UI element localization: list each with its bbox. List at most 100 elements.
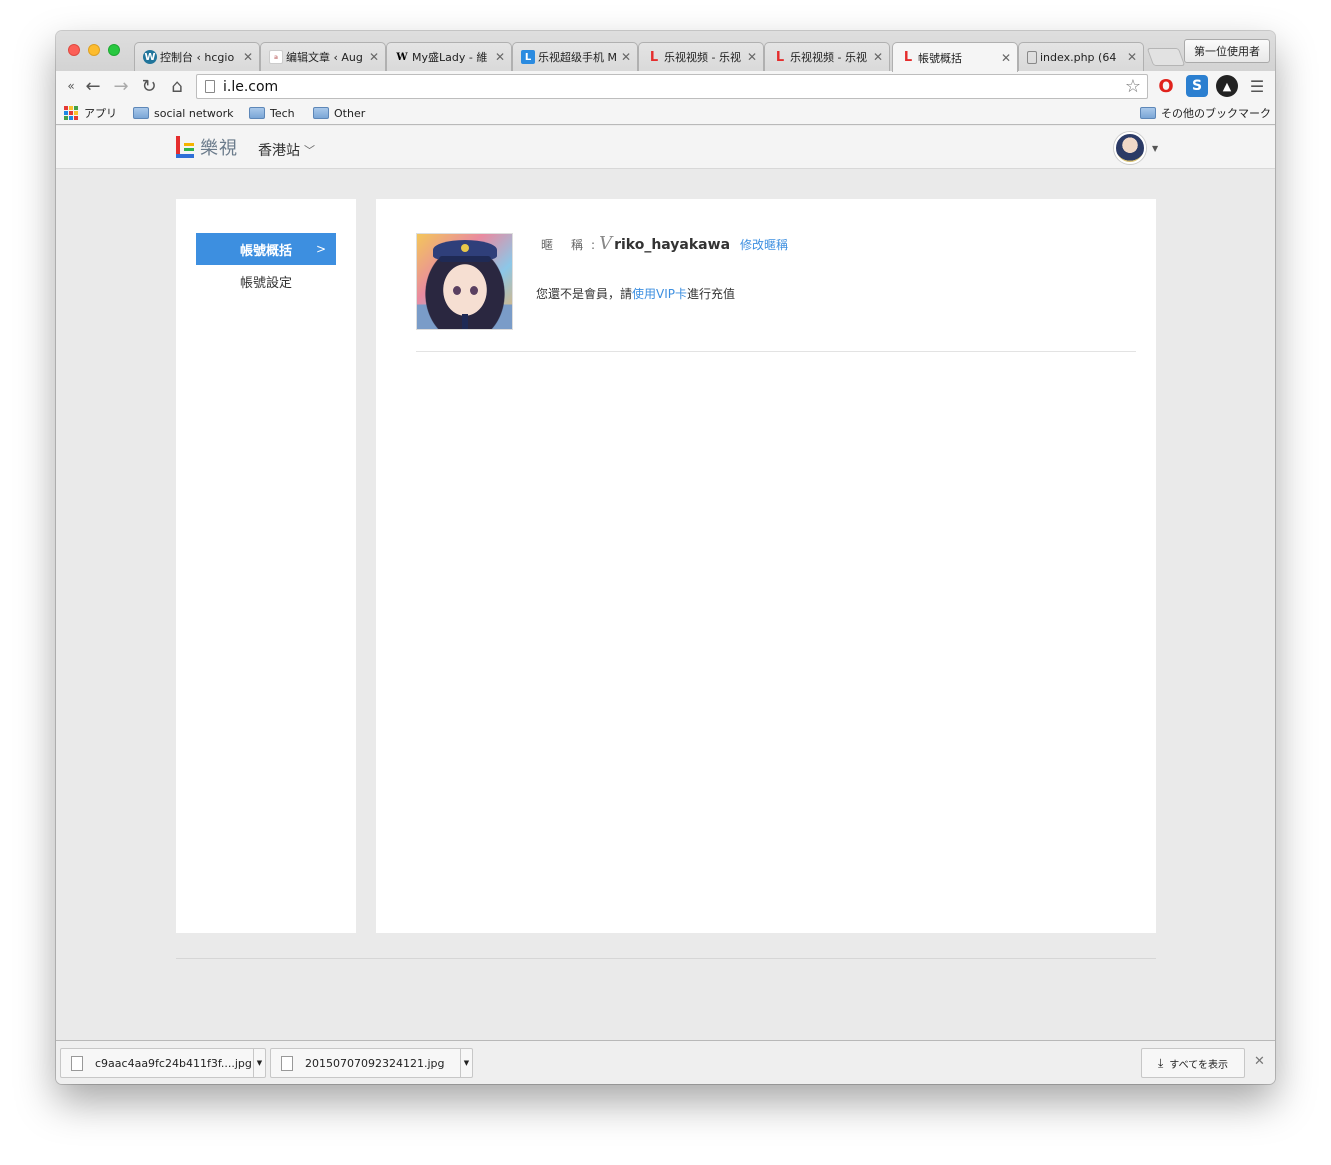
download-item[interactable]: c9aac4aa9fc24b411f3f....jpg ▼ (60, 1048, 266, 1078)
browser-toolbar: « ← → ↻ ⌂ i.le.com ☆ O S ▲ ☰ (56, 71, 1275, 101)
close-icon[interactable]: ✕ (747, 50, 757, 64)
folder-icon (133, 107, 149, 119)
folder-icon (313, 107, 329, 119)
download-filename: 20150707092324121.jpg (305, 1056, 445, 1070)
close-icon[interactable]: ✕ (369, 50, 379, 64)
user-avatar[interactable] (1114, 132, 1146, 164)
url-text: i.le.com (223, 78, 279, 95)
sidebar-item-account-settings[interactable]: 帳號設定 (196, 265, 336, 297)
footer-divider (176, 958, 1156, 959)
overflow-chevron-icon[interactable]: « (60, 75, 82, 97)
home-icon[interactable]: ⌂ (166, 75, 188, 97)
menu-icon[interactable]: ☰ (1246, 75, 1268, 97)
divider (416, 351, 1136, 352)
region-label: 香港站 (258, 143, 300, 159)
close-icon[interactable]: ✕ (873, 50, 883, 64)
letv-icon: L (649, 49, 659, 65)
bookmark-star-icon[interactable]: ☆ (1125, 76, 1141, 97)
tab-title: 帳號概括 (918, 51, 962, 65)
sidebar-item-label: 帳號設定 (239, 275, 292, 291)
show-all-downloads-button[interactable]: ⤓ すべてを表示 (1141, 1048, 1245, 1078)
tab-dashboard[interactable]: W 控制台 ‹ hcgio ✕ (134, 42, 260, 71)
edit-nickname-link[interactable]: 修改暱稱 (740, 236, 788, 253)
close-icon[interactable]: ✕ (1001, 51, 1011, 65)
wordpress-icon: W (143, 50, 157, 64)
sidebar-item-label: 帳號概括 (239, 243, 292, 259)
letv-icon: L (903, 50, 913, 65)
bookmark-label: その他のブックマーク (1161, 107, 1271, 120)
tab-account-overview[interactable]: L 帳號概括 ✕ (892, 42, 1018, 72)
tab-title: 乐视超级手机 M (538, 51, 617, 64)
site-favicon-icon: a (269, 50, 283, 64)
account-overview-panel: 暱稱 : V riko_hayakawa 修改暱稱 您還不是會員，請使用VIP卡… (376, 199, 1156, 933)
membership-text: 您還不是會員，請 (536, 287, 633, 301)
tab-title: 编辑文章 ‹ Aug (286, 51, 363, 64)
tab-letv-video-2[interactable]: L 乐视视频 - 乐视 ✕ (764, 42, 890, 71)
site-logo[interactable]: 樂視 (176, 134, 238, 160)
tab-letv-video-1[interactable]: L 乐视视频 - 乐视 ✕ (638, 42, 764, 71)
nickname-colon: : (591, 238, 596, 252)
download-filename: c9aac4aa9fc24b411f3f....jpg (95, 1056, 252, 1070)
bookmark-folder-social-network[interactable]: social network (133, 105, 234, 121)
tab-edit-post[interactable]: a 编辑文章 ‹ Aug ✕ (260, 42, 386, 71)
apps-grid-icon (64, 106, 78, 120)
account-sidebar: 帳號概括 > 帳號設定 (176, 199, 356, 933)
download-menu-caret-icon[interactable]: ▼ (253, 1049, 265, 1077)
tab-title: 控制台 ‹ hcgio (160, 51, 235, 64)
close-icon[interactable]: ✕ (1127, 50, 1137, 64)
bookmark-label: social network (154, 106, 234, 120)
tab-index-php[interactable]: index.php (64 ✕ (1018, 42, 1144, 71)
show-all-label: すべてを表示 (1169, 1059, 1228, 1071)
chevron-down-icon: ﹀ (304, 144, 315, 157)
profile-button[interactable]: 第一位使用者 (1184, 39, 1270, 63)
use-vip-card-link[interactable]: 使用VIP卡 (632, 287, 687, 301)
bookmark-folder-other[interactable]: Other (313, 105, 365, 121)
nickname-row: 暱稱 : V riko_hayakawa 修改暱稱 (541, 233, 788, 254)
membership-status: 您還不是會員，請使用VIP卡進行充值 (536, 285, 735, 302)
bookmark-apps[interactable]: アプリ (64, 105, 117, 121)
region-selector[interactable]: 香港站 ﹀ (258, 140, 315, 160)
reload-icon[interactable]: ↻ (138, 75, 160, 97)
download-menu-caret-icon[interactable]: ▼ (460, 1049, 472, 1077)
close-icon[interactable]: ✕ (495, 50, 505, 64)
bookmarks-bar: アプリ social network Tech Other その他のブックマーク (56, 101, 1275, 125)
tab-title: My盛Lady - 維 (412, 51, 488, 64)
file-icon (71, 1055, 83, 1071)
s-extension-icon[interactable]: S (1186, 75, 1208, 97)
zoom-window-button[interactable] (108, 44, 120, 56)
folder-icon (249, 107, 265, 119)
wikipedia-icon: W (396, 51, 408, 63)
tab-letv-phone[interactable]: L 乐视超级手机 M ✕ (512, 42, 638, 71)
web-page: 樂視 香港站 ﹀ ▼ 帳號概括 > 帳號設定 暱稱: V riko_hayak… (56, 126, 1275, 1040)
bookmark-label: Other (334, 106, 366, 120)
close-icon[interactable]: ✕ (1254, 1054, 1265, 1069)
chevron-right-icon: > (315, 242, 326, 256)
forward-icon[interactable]: → (110, 75, 132, 97)
page-icon (205, 80, 215, 93)
browser-window: W 控制台 ‹ hcgio ✕ a 编辑文章 ‹ Aug ✕ W My盛Lady… (56, 31, 1275, 1084)
tab-title: index.php (64 (1040, 50, 1117, 64)
close-window-button[interactable] (68, 44, 80, 56)
membership-text-suffix: 進行充值 (687, 287, 736, 301)
opera-extension-icon[interactable]: O (1155, 75, 1177, 97)
file-icon (281, 1055, 293, 1071)
profile-picture[interactable] (416, 233, 513, 330)
bookmark-folder-other-bookmarks[interactable]: その他のブックマーク (1140, 105, 1271, 121)
caret-down-icon[interactable]: ▼ (1152, 144, 1158, 153)
tab-wikipedia[interactable]: W My盛Lady - 維 ✕ (386, 42, 512, 71)
tab-title: 乐视视频 - 乐视 (664, 51, 741, 64)
minimize-window-button[interactable] (88, 44, 100, 56)
page-icon (1027, 50, 1037, 64)
bookmark-label: Tech (270, 106, 295, 120)
address-bar[interactable]: i.le.com ☆ (196, 74, 1148, 99)
download-shelf: c9aac4aa9fc24b411f3f....jpg ▼ 2015070709… (56, 1040, 1275, 1084)
cat-extension-icon[interactable]: ▲ (1216, 75, 1238, 97)
bookmark-folder-tech[interactable]: Tech (249, 105, 295, 121)
close-icon[interactable]: ✕ (621, 50, 631, 64)
sidebar-item-account-overview[interactable]: 帳號概括 > (196, 233, 336, 265)
close-icon[interactable]: ✕ (243, 50, 253, 64)
back-icon[interactable]: ← (82, 75, 104, 97)
bookmark-label: アプリ (84, 107, 117, 120)
new-tab-button[interactable] (1146, 48, 1186, 66)
download-item[interactable]: 20150707092324121.jpg ▼ (270, 1048, 473, 1078)
